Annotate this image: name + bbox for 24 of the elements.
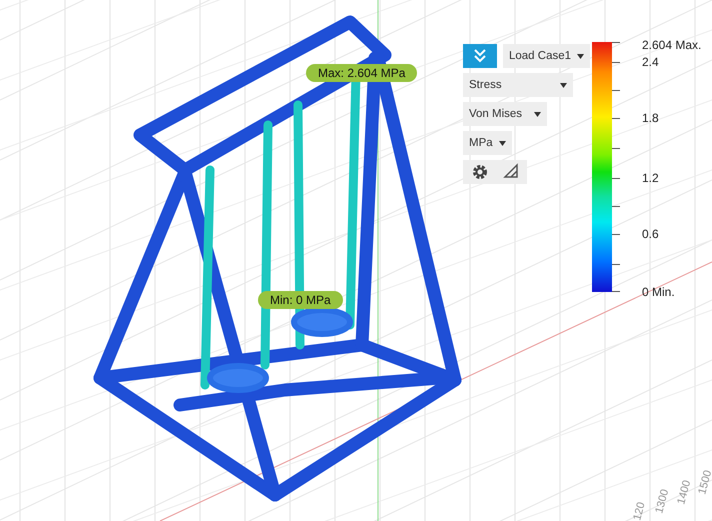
dropdown[interactable]: Load Case1: [503, 44, 590, 68]
probe-label: Max: 2.604 MPa: [306, 64, 418, 82]
dropdown[interactable]: Stress: [463, 73, 573, 97]
scale-label: 1.2: [642, 171, 659, 185]
triangle-icon[interactable]: [503, 163, 519, 179]
dropdown[interactable]: Von Mises: [463, 102, 547, 126]
axis-tick-label: 120: [631, 500, 648, 521]
axis-tick-label: 1500: [696, 469, 712, 496]
axis-tick-label: 1300: [653, 488, 672, 515]
scale-label: 0.6: [642, 227, 659, 241]
probe-label: Min: 0 MPa: [258, 291, 343, 309]
axis-tick-label: 1400: [675, 479, 694, 506]
caret-icon: [577, 54, 584, 58]
caret-icon: [560, 82, 567, 88]
results-toggle-button[interactable]: [463, 44, 497, 68]
dropdown[interactable]: MPa: [463, 131, 512, 155]
scale-label: 1.8: [642, 111, 659, 125]
scale-label: 2.4: [642, 55, 659, 69]
scale-label: 2.604 Max.: [642, 38, 702, 52]
scale-label: 0 Min.: [642, 285, 675, 299]
double-chevron-icon: [472, 48, 488, 64]
caret-icon: [534, 112, 541, 116]
settings-icon[interactable]: [471, 163, 489, 181]
caret-icon: [498, 140, 506, 146]
